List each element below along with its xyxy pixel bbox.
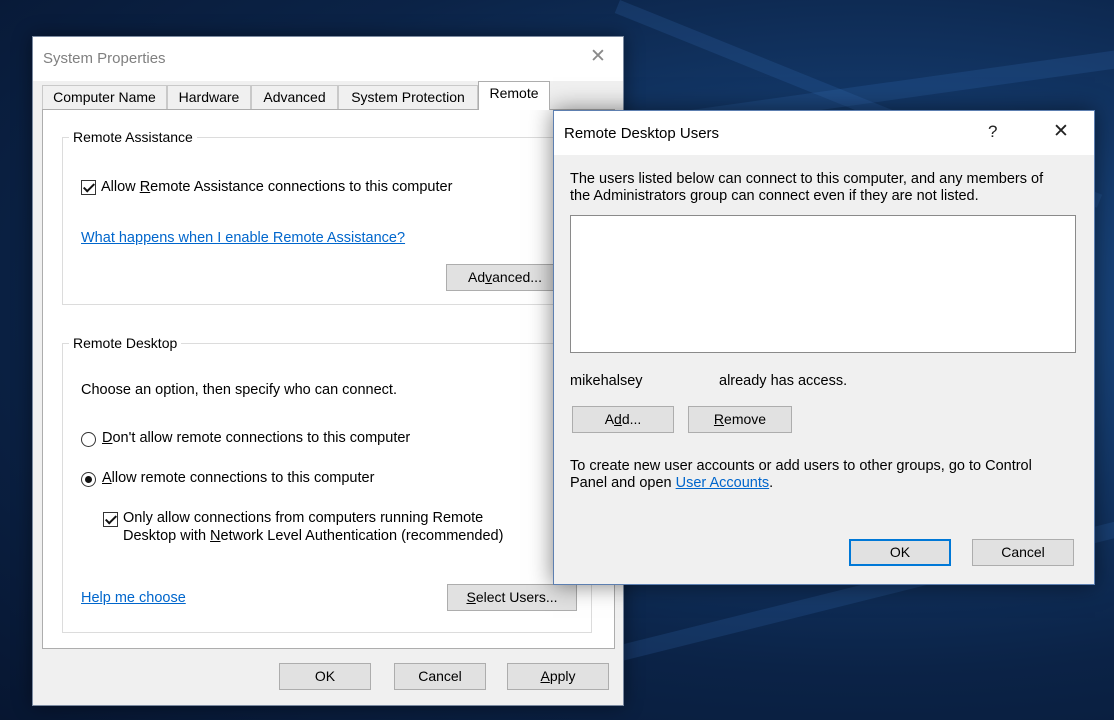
- title-bar[interactable]: System Properties ✕: [33, 37, 623, 81]
- close-icon[interactable]: ✕: [590, 47, 606, 67]
- dont-allow-remote-label[interactable]: Don't allow remote connections to this c…: [102, 430, 410, 446]
- apply-button[interactable]: Apply: [507, 663, 609, 690]
- system-properties-window: System Properties ✕ Computer Name Hardwa…: [32, 36, 624, 706]
- nla-label-line1[interactable]: Only allow connections from computers ru…: [123, 510, 483, 526]
- remote-assistance-help-link[interactable]: What happens when I enable Remote Assist…: [81, 230, 405, 246]
- tab-advanced[interactable]: Advanced: [251, 85, 338, 109]
- window-title: System Properties: [43, 50, 166, 67]
- tab-label: Remote: [489, 85, 539, 101]
- close-icon[interactable]: ✕: [1053, 122, 1069, 142]
- allow-remote-assistance-label[interactable]: Allow Remote Assistance connections to t…: [101, 179, 452, 195]
- remote-desktop-instruction: Choose an option, then specify who can c…: [81, 382, 397, 398]
- description-line2: the Administrators group can connect eve…: [570, 188, 979, 204]
- remote-desktop-group: Remote Desktop Choose an option, then sp…: [62, 335, 592, 633]
- group-heading: Remote Desktop: [69, 335, 182, 351]
- dont-allow-remote-radio[interactable]: [81, 432, 96, 447]
- select-users-button[interactable]: Select Users...: [447, 584, 577, 611]
- current-user-name: mikehalsey: [570, 373, 643, 389]
- nla-checkbox[interactable]: [103, 512, 118, 527]
- help-me-choose-link[interactable]: Help me choose: [81, 590, 186, 606]
- user-accounts-link[interactable]: User Accounts: [676, 475, 770, 491]
- dialog-title: Remote Desktop Users: [564, 125, 720, 142]
- users-listbox[interactable]: [570, 215, 1076, 353]
- allow-remote-label[interactable]: Allow remote connections to this compute…: [102, 470, 374, 486]
- tab-label: Advanced: [263, 89, 326, 105]
- remote-desktop-users-dialog: Remote Desktop Users ? ✕ The users liste…: [553, 110, 1095, 585]
- tab-label: Computer Name: [53, 89, 156, 105]
- footer-line2: Panel and open User Accounts.: [570, 475, 774, 491]
- ok-button[interactable]: OK: [279, 663, 371, 690]
- tab-computer-name[interactable]: Computer Name: [42, 85, 167, 109]
- tab-system-protection[interactable]: System Protection: [338, 85, 478, 109]
- tab-hardware[interactable]: Hardware: [167, 85, 251, 109]
- nla-label-line2[interactable]: Desktop with Network Level Authenticatio…: [123, 528, 503, 544]
- advanced-button[interactable]: Advanced...: [446, 264, 564, 291]
- allow-remote-radio[interactable]: [81, 472, 96, 487]
- description-line1: The users listed below can connect to th…: [570, 171, 1044, 187]
- group-heading: Remote Assistance: [69, 129, 197, 145]
- allow-remote-assistance-checkbox[interactable]: [81, 180, 96, 195]
- footer-line1: To create new user accounts or add users…: [570, 458, 1032, 474]
- remote-assistance-group: Remote Assistance Allow Remote Assistanc…: [62, 129, 592, 305]
- tab-label: System Protection: [351, 89, 465, 105]
- title-bar[interactable]: Remote Desktop Users ? ✕: [554, 111, 1094, 155]
- cancel-button[interactable]: Cancel: [972, 539, 1074, 566]
- tab-label: Hardware: [178, 89, 240, 105]
- access-status: already has access.: [719, 373, 848, 389]
- add-button[interactable]: Add...: [572, 406, 674, 433]
- help-icon[interactable]: ?: [988, 122, 997, 142]
- remote-tab-panel: Remote Assistance Allow Remote Assistanc…: [42, 109, 615, 649]
- tab-remote[interactable]: Remote: [478, 81, 550, 110]
- cancel-button[interactable]: Cancel: [394, 663, 486, 690]
- ok-button[interactable]: OK: [849, 539, 951, 566]
- remove-button[interactable]: Remove: [688, 406, 792, 433]
